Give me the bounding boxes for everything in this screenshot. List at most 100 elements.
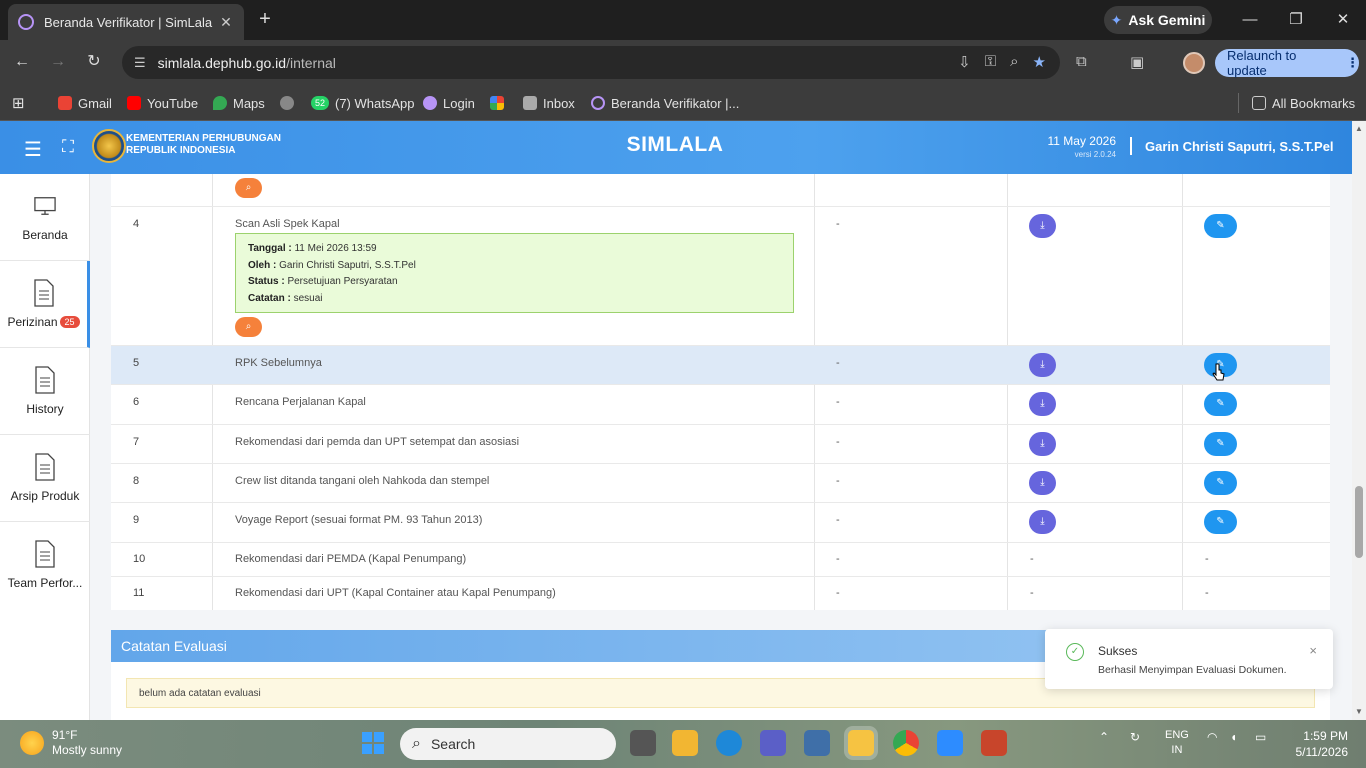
site-info-icon[interactable]: ☰ [134, 55, 146, 71]
bookmark-simlala[interactable]: Beranda Verifikator |... [591, 93, 739, 113]
edit-button[interactable]: ✎ [1204, 392, 1237, 416]
document-icon [35, 366, 55, 394]
camera-icon[interactable] [804, 730, 830, 756]
windows-taskbar: 91°F Mostly sunny ⌕ Search ⌃ ↻ ENG IN ◠ … [0, 720, 1366, 768]
password-key-icon[interactable]: ⚿ [985, 53, 996, 71]
browser-tab-active[interactable]: Beranda Verifikator | SimLala ✕ [8, 4, 244, 40]
weather-widget[interactable]: 91°F Mostly sunny [20, 728, 122, 758]
volume-icon[interactable]: ◖ [1230, 730, 1237, 744]
menu-dots-icon[interactable]: ⋮ [1346, 55, 1359, 71]
bookmark-whatsapp[interactable]: 52 (7) WhatsApp [311, 93, 414, 113]
tab-search-icon[interactable]: ▣ [1130, 53, 1144, 71]
monitor-icon [34, 197, 56, 215]
scrollbar-thumb[interactable] [1355, 486, 1363, 558]
download-button[interactable]: ⤓ [1029, 471, 1056, 495]
edit-button[interactable]: ✎ [1204, 510, 1237, 534]
task-view-icon[interactable] [630, 730, 656, 756]
language-indicator[interactable]: ENG IN [1165, 728, 1189, 758]
back-icon[interactable]: ← [11, 51, 33, 73]
sidebar-item-team-performance[interactable]: Team Perfor... [0, 522, 90, 609]
toast-title: Sukses [1098, 644, 1138, 658]
row-number: 11 [133, 587, 145, 599]
table-row: 9 Voyage Report (sesuai format PM. 93 Ta… [111, 503, 1330, 543]
apps-grid-icon[interactable]: ⊞ [12, 93, 25, 113]
page-scrollbar[interactable]: ▲ ▼ [1352, 121, 1366, 720]
bookmark-inbox[interactable]: Inbox [523, 93, 575, 113]
info-label: Status : [248, 276, 285, 287]
sidebar-item-beranda[interactable]: Beranda [0, 174, 90, 261]
download-icon: ⤓ [1040, 359, 1045, 370]
row-value: - [1205, 553, 1209, 565]
fullscreen-icon[interactable]: ⛶ [62, 137, 74, 157]
install-app-icon[interactable]: ⇩ [958, 53, 971, 71]
temperature: 91°F [52, 728, 78, 742]
all-bookmarks[interactable]: All Bookmarks [1252, 93, 1355, 113]
weather-condition: Mostly sunny [52, 743, 123, 757]
ask-gemini-button[interactable]: ✦ Ask Gemini [1104, 6, 1212, 34]
sidebar-item-perizinan[interactable]: Perizinan 25 [0, 261, 90, 348]
header-separator [1130, 137, 1132, 155]
bookmark-maps[interactable]: Maps [213, 93, 265, 113]
taskbar-clock[interactable]: 1:59 PM 5/11/2026 [1290, 728, 1349, 760]
relaunch-button[interactable]: Relaunch to update ⋮ [1215, 48, 1359, 78]
table-row: 4 Scan Asli Spek Kapal Tanggal : 11 Mei … [111, 207, 1330, 346]
view-detail-button[interactable]: ⌕ [235, 317, 262, 337]
bookmark-label: Beranda Verifikator |... [611, 95, 740, 111]
sidebar-item-history[interactable]: History [0, 348, 90, 435]
row-value: - [1030, 553, 1034, 565]
language-code: ENG [1165, 729, 1189, 741]
view-detail-button[interactable]: ⌕ [235, 178, 262, 198]
sticky-notes-icon[interactable] [848, 730, 874, 756]
minimize-icon[interactable]: — [1238, 8, 1262, 32]
zoom-icon[interactable]: ⌕ [1010, 53, 1018, 71]
close-tab-icon[interactable]: ✕ [218, 14, 234, 31]
edge-icon[interactable] [716, 730, 742, 756]
download-icon: ⤓ [1040, 398, 1045, 409]
user-name[interactable]: Garin Christi Saputri, S.S.T.Pel [1145, 139, 1334, 154]
table-row: 7 Rekomendasi dari pemda dan UPT setempa… [111, 425, 1330, 464]
restore-icon[interactable]: ❐ [1284, 8, 1308, 32]
bookmark-star-icon[interactable]: ★ [1033, 53, 1046, 71]
download-button[interactable]: ⤓ [1029, 214, 1056, 238]
zoom-app-icon[interactable] [937, 730, 963, 756]
edit-button[interactable]: ✎ [1204, 214, 1237, 238]
new-tab-button[interactable]: + [254, 8, 276, 30]
sidebar-item-arsip-produk[interactable]: Arsip Produk [0, 435, 90, 522]
download-button[interactable]: ⤓ [1029, 432, 1056, 456]
file-explorer-icon[interactable] [672, 730, 698, 756]
reload-icon[interactable]: ↻ [83, 51, 105, 73]
bookmark-youtube[interactable]: YouTube [127, 93, 198, 113]
copilot-icon[interactable] [760, 730, 786, 756]
toast-message: Berhasil Menyimpan Evaluasi Dokumen. [1098, 664, 1287, 676]
windows-start-icon[interactable] [362, 732, 384, 754]
edit-button[interactable]: ✎ [1204, 471, 1237, 495]
scroll-down-icon[interactable]: ▼ [1355, 707, 1363, 716]
wifi-icon[interactable]: ◠ [1207, 730, 1217, 744]
bookmark-login[interactable]: Login [423, 93, 475, 113]
hamburger-menu-icon[interactable]: ☰ [24, 137, 42, 162]
taskbar-search[interactable]: ⌕ Search [400, 728, 616, 760]
extensions-icon[interactable]: ⧉ [1076, 53, 1087, 70]
download-button[interactable]: ⤓ [1029, 392, 1056, 416]
download-button[interactable]: ⤓ [1029, 353, 1056, 377]
clock-time: 1:59 PM [1303, 729, 1348, 743]
profile-avatar[interactable] [1183, 52, 1205, 74]
toast-close-icon[interactable]: × [1309, 643, 1317, 658]
close-window-icon[interactable]: ✕ [1331, 8, 1355, 32]
row-number: 9 [133, 514, 140, 526]
sidebar-item-label: Perizinan [7, 315, 58, 329]
info-label: Tanggal : [248, 243, 292, 254]
chrome-icon[interactable] [893, 730, 919, 756]
scroll-up-icon[interactable]: ▲ [1355, 124, 1363, 133]
bookmark-pinwheel[interactable] [490, 93, 504, 113]
battery-icon[interactable]: ▭ [1255, 730, 1266, 744]
forward-icon[interactable]: → [47, 51, 69, 73]
bookmark-gmail[interactable]: Gmail [58, 93, 112, 113]
bookmark-globe[interactable] [280, 93, 294, 113]
sync-icon[interactable]: ↻ [1130, 730, 1140, 744]
address-bar[interactable]: ☰ simlala.dephub.go.id/internal ⇩ ⚿ ⌕ ★ [122, 46, 1060, 79]
powerpoint-icon[interactable] [981, 730, 1007, 756]
edit-button[interactable]: ✎ [1204, 432, 1237, 456]
download-button[interactable]: ⤓ [1029, 510, 1056, 534]
tray-chevron-icon[interactable]: ⌃ [1099, 730, 1109, 744]
